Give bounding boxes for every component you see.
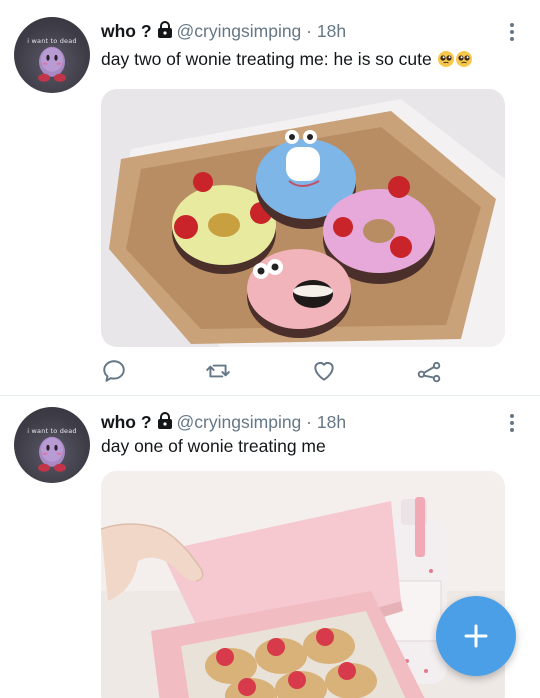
tweet-image[interactable] (101, 471, 505, 698)
like-icon (314, 361, 334, 381)
display-name[interactable]: who ? (101, 412, 152, 432)
kirby-figure-icon (38, 46, 66, 82)
timestamp[interactable]: 18h (317, 412, 346, 432)
avatar[interactable]: i want to dead (14, 17, 90, 93)
plus-icon (464, 624, 488, 648)
share-icon (417, 361, 441, 383)
reply-button[interactable] (101, 358, 129, 386)
pleading-face-emoji-icon (437, 51, 472, 67)
reply-icon (103, 360, 125, 382)
retweet-button[interactable] (205, 358, 233, 386)
tweet-actions (101, 358, 505, 386)
tweet-text: day two of wonie treating me: he is so c… (101, 48, 473, 70)
separator-dot: · (306, 412, 312, 432)
compose-button[interactable] (436, 596, 516, 676)
handle[interactable]: @cryingsimping (177, 21, 302, 41)
handle[interactable]: @cryingsimping (177, 412, 302, 432)
tweet-text-body: day one of wonie treating me (101, 436, 326, 456)
share-button[interactable] (416, 358, 444, 386)
tweet-image[interactable] (101, 89, 505, 347)
more-options-icon[interactable] (508, 22, 516, 42)
avatar[interactable]: i want to dead (14, 407, 90, 483)
tweet-text: day one of wonie treating me (101, 435, 326, 457)
separator-dot: · (306, 21, 312, 41)
donut-box-photo-icon (101, 89, 505, 347)
kirby-figure-icon (38, 436, 66, 472)
tweet-header: who ? @cryingsimping · 18h (101, 411, 346, 433)
lock-icon (157, 21, 172, 38)
tweet-text-body: day two of wonie treating me: he is so c… (101, 49, 432, 69)
lock-icon (157, 412, 172, 429)
display-name[interactable]: who ? (101, 21, 152, 41)
tweet[interactable]: i want to dead who ? @cryingsimping · 18h… (0, 0, 540, 396)
strawberry-pastry-box-photo-icon (101, 471, 505, 698)
timestamp[interactable]: 18h (317, 21, 346, 41)
retweet-icon (206, 364, 230, 378)
like-button[interactable] (311, 358, 339, 386)
more-options-icon[interactable] (508, 413, 516, 433)
tweet-header: who ? @cryingsimping · 18h (101, 20, 346, 42)
